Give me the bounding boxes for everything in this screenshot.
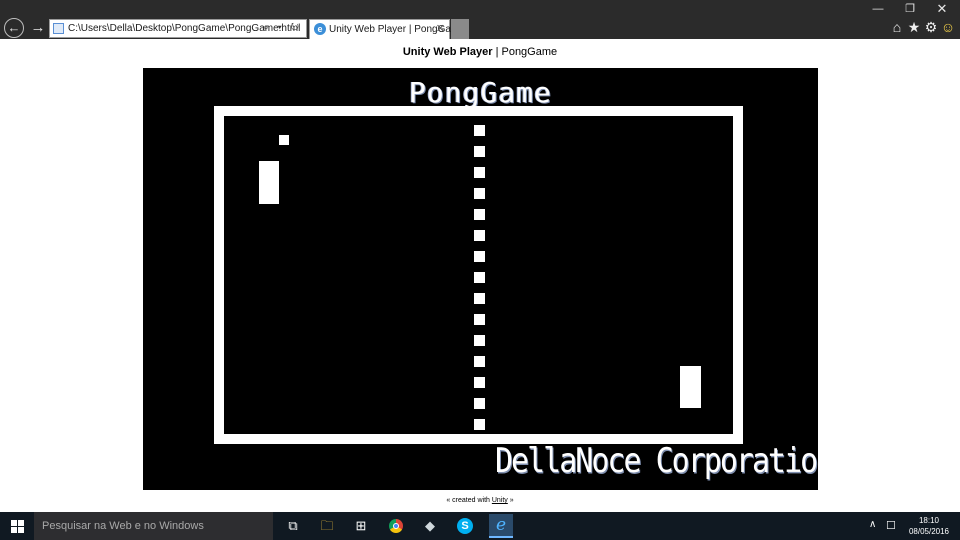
close-window-button[interactable]: ✕ — [930, 2, 954, 16]
page-heading-rest: | PongGame — [492, 46, 558, 58]
net-dash — [474, 251, 485, 262]
net-dash — [474, 314, 485, 325]
net-dash — [474, 293, 485, 304]
internet-explorer-icon[interactable]: e — [489, 514, 513, 538]
clock-time: 18:10 — [918, 516, 940, 525]
right-paddle — [680, 366, 701, 408]
search-placeholder: Pesquisar na Web e no Windows — [42, 520, 204, 532]
chevron-up-icon[interactable]: ∧ — [869, 519, 876, 530]
forward-button[interactable]: → — [29, 19, 47, 37]
unity-link[interactable]: Unity — [492, 497, 508, 504]
feedback-smiley-icon[interactable]: ☺ — [940, 19, 956, 35]
net-dash — [474, 146, 485, 157]
page-heading-bold: Unity Web Player — [402, 46, 493, 58]
game-title: PongGame — [409, 76, 552, 109]
page-footer: « created with Unity » — [0, 497, 960, 504]
internet-explorer-icon: e — [314, 23, 326, 35]
net-dash — [474, 125, 485, 136]
left-paddle — [259, 161, 279, 204]
task-view-icon[interactable]: ⧉ — [283, 516, 303, 536]
net-dash — [474, 209, 485, 220]
clock[interactable]: 18:10 08/05/2016 — [904, 515, 954, 537]
unity-player[interactable]: PongGame DellaNoce Corporation — [143, 68, 818, 490]
game-credit: DellaNoce Corporation — [495, 441, 818, 482]
address-bar[interactable]: C:\Users\Della\Desktop\PongGame\PongGame… — [49, 19, 307, 38]
page-heading: Unity Web Player | PongGame — [0, 46, 960, 58]
windows-start-icon[interactable] — [0, 512, 34, 540]
net-dash — [474, 167, 485, 178]
net-dash — [474, 272, 485, 283]
address-bar-actions-icon[interactable]: ⌕ ▾ ↻ — [263, 22, 302, 33]
net-dash — [474, 398, 485, 409]
gear-icon[interactable]: ⚙ — [923, 19, 939, 35]
net-dash — [474, 335, 485, 346]
net-dash — [474, 419, 485, 430]
net-dash — [474, 377, 485, 388]
restore-button[interactable]: ❐ — [898, 2, 922, 16]
net-dash — [474, 230, 485, 241]
ball — [279, 135, 289, 145]
close-tab-icon[interactable]: ✕ — [436, 22, 445, 35]
tab-unity-web-player[interactable]: e Unity Web Player | PongGa... ✕ — [309, 19, 459, 39]
clock-date: 08/05/2016 — [908, 527, 950, 536]
new-tab-button[interactable] — [451, 19, 469, 39]
notifications-icon[interactable]: ☐ — [886, 519, 896, 532]
footer-prefix: « created with — [446, 497, 492, 504]
taskbar-search-box[interactable]: Pesquisar na Web e no Windows — [34, 512, 273, 540]
chrome-icon[interactable] — [386, 516, 406, 536]
browser-chrome: ← → C:\Users\Della\Desktop\PongGame\Pong… — [0, 0, 960, 39]
net-dash — [474, 356, 485, 367]
file-explorer-icon[interactable]: 🗀 — [317, 516, 337, 536]
skype-icon[interactable]: S — [455, 516, 475, 536]
page-file-icon — [53, 23, 64, 34]
net-dash — [474, 188, 485, 199]
taskbar: Pesquisar na Web e no Windows ⧉ 🗀 ⊞ ◆ S … — [0, 512, 960, 540]
back-button[interactable]: ← — [4, 18, 24, 38]
footer-suffix: » — [507, 497, 514, 504]
minimize-button[interactable]: — — [866, 2, 890, 16]
favorites-star-icon[interactable]: ★ — [906, 19, 922, 35]
home-icon[interactable]: ⌂ — [889, 19, 905, 35]
store-icon[interactable]: ⊞ — [351, 516, 371, 536]
app-icon[interactable]: ◆ — [420, 516, 440, 536]
